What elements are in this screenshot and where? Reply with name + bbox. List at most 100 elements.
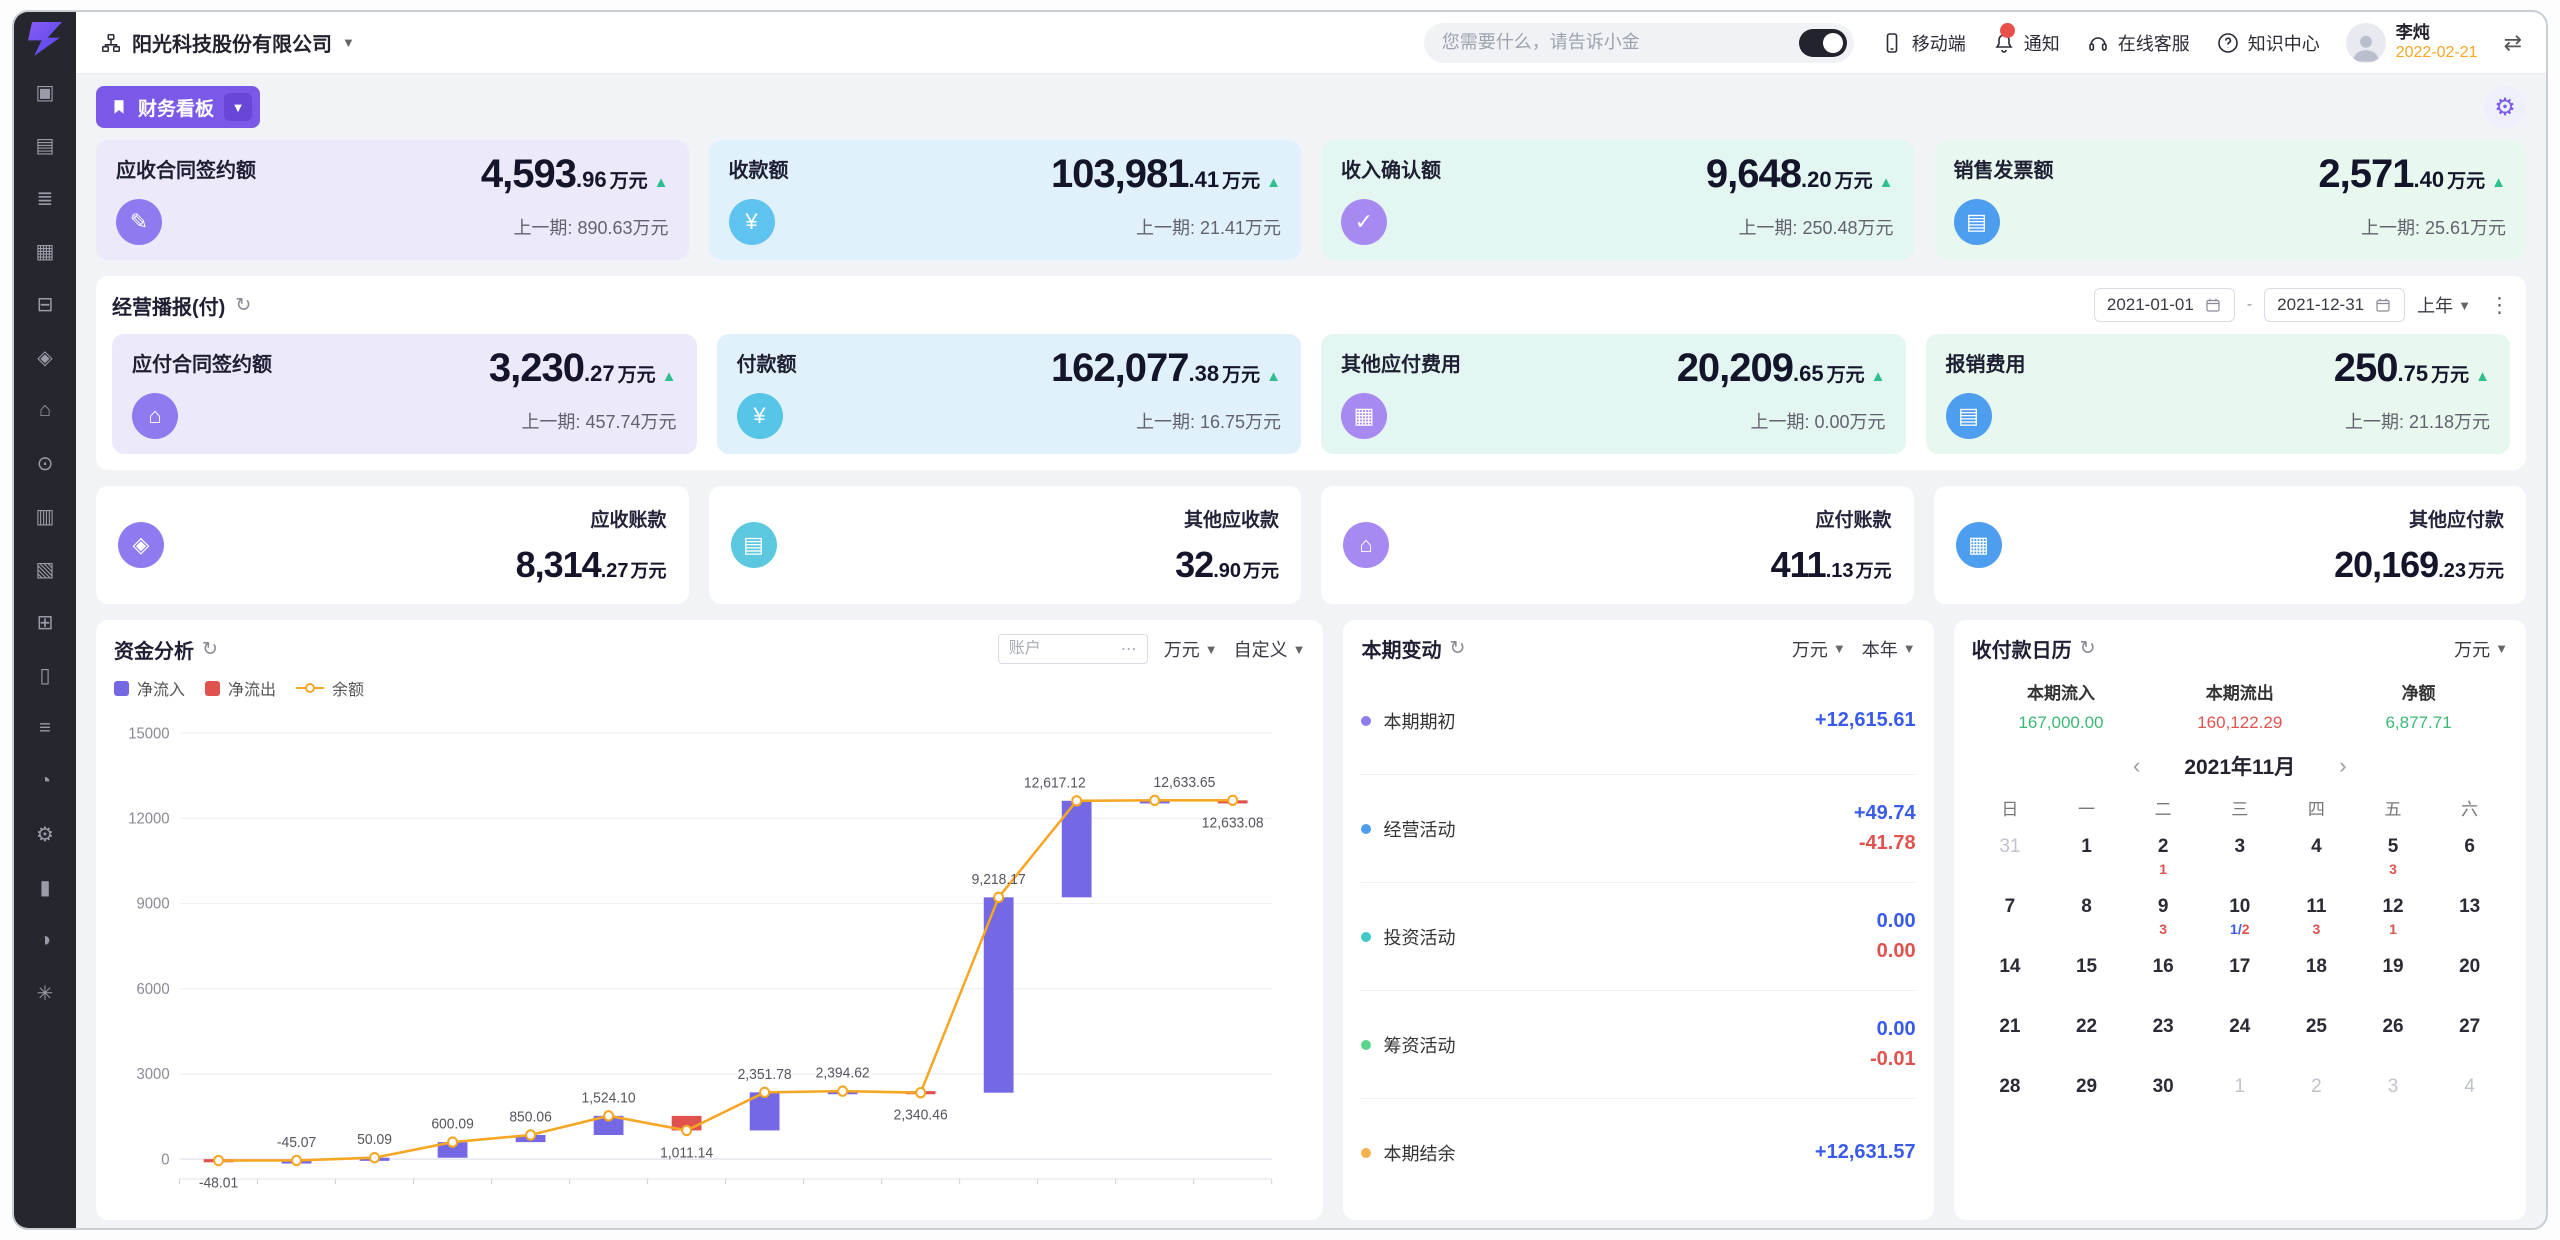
unit-select[interactable]: 万元▼	[1792, 636, 1846, 662]
calendar-day[interactable]: 19	[2355, 946, 2432, 1006]
search-input[interactable]	[1442, 32, 1799, 53]
refresh-icon[interactable]: ↻	[2080, 637, 2096, 660]
switch-layout-icon[interactable]: ⇄	[2504, 30, 2522, 56]
sidebar-settings-icon[interactable]: ⚙	[14, 808, 76, 861]
calendar-day[interactable]: 16	[2125, 946, 2202, 1006]
calendar-day[interactable]: 12 1	[2355, 886, 2432, 946]
calendar-day[interactable]: 17	[2201, 946, 2278, 1006]
next-month-icon[interactable]: ›	[2339, 753, 2346, 779]
period-select[interactable]: 上年▼	[2417, 292, 2471, 318]
company-switcher[interactable]: 阳光科技股份有限公司 ▼	[100, 28, 355, 57]
sidebar-shield-icon[interactable]: ◈	[14, 331, 76, 384]
kpi-card[interactable]: 其他应付费用 ▦ 20,209.65万元▲ 上一期: 0.00万元	[1321, 334, 1906, 454]
date-from-picker[interactable]: 2021-01-01	[2094, 288, 2235, 322]
calendar-day[interactable]: 5 3	[2355, 826, 2432, 886]
kpi-card[interactable]: 应收合同签约额 ✎ 4,593.96万元▲ 上一期: 890.63万元	[96, 140, 689, 260]
calendar-day[interactable]: 3	[2355, 1066, 2432, 1126]
stat-card[interactable]: ▤ 其他应收款 32.90万元	[709, 486, 1302, 604]
sidebar-pie-chart-icon[interactable]: ◔	[14, 755, 76, 808]
legend-balance[interactable]: 余额	[296, 676, 364, 700]
tab-finance-board[interactable]: 财务看板 ▼	[96, 86, 260, 128]
calendar-day[interactable]: 6	[2431, 826, 2508, 886]
nav-service[interactable]: 在线客服	[2086, 30, 2190, 56]
sidebar-home-icon[interactable]: ⌂	[14, 384, 76, 437]
assistant-toggle[interactable]	[1799, 29, 1847, 57]
calendar-day[interactable]: 15	[2048, 946, 2125, 1006]
more-options-icon[interactable]: ⋮	[2489, 293, 2510, 318]
unit-select[interactable]: 万元▼	[2454, 636, 2508, 662]
calendar-day[interactable]: 4	[2278, 826, 2355, 886]
calendar-day[interactable]: 1	[2201, 1066, 2278, 1126]
calendar-day[interactable]: 2	[2278, 1066, 2355, 1126]
nav-mobile[interactable]: 移动端	[1880, 30, 1966, 56]
sidebar-modules-icon[interactable]: ▦	[14, 225, 76, 278]
calendar-day[interactable]: 3	[2201, 826, 2278, 886]
calendar-day[interactable]: 10 1/2	[2201, 886, 2278, 946]
calendar-day[interactable]: 8	[2048, 886, 2125, 946]
legend-net-outflow[interactable]: 净流出	[205, 676, 276, 700]
calendar-day[interactable]: 13	[2431, 886, 2508, 946]
assistant-search[interactable]	[1424, 23, 1854, 63]
calendar-day[interactable]: 21	[1972, 1006, 2049, 1066]
chevron-down-icon[interactable]: ▼	[224, 93, 252, 121]
kpi-card[interactable]: 应付合同签约额 ⌂ 3,230.27万元▲ 上一期: 457.74万元	[112, 334, 697, 454]
refresh-icon[interactable]: ↻	[1449, 637, 1465, 660]
app-logo-icon[interactable]	[28, 22, 62, 56]
sidebar-history-icon[interactable]: ◑	[14, 914, 76, 967]
user-menu[interactable]: 李炖 2022-02-21	[2346, 22, 2478, 63]
refresh-icon[interactable]: ↻	[235, 294, 251, 317]
calendar-day[interactable]: 24	[2201, 1006, 2278, 1066]
kpi-card[interactable]: 销售发票额 ▤ 2,571.40万元▲ 上一期: 25.61万元	[1934, 140, 2527, 260]
refresh-icon[interactable]: ↻	[202, 638, 218, 661]
nav-notifications[interactable]: 通知	[1992, 30, 2060, 56]
calendar-day[interactable]: 14	[1972, 946, 2049, 1006]
sidebar-briefcase-icon[interactable]: ▥	[14, 490, 76, 543]
sidebar-misc-icon[interactable]: ✳	[14, 967, 76, 1020]
unit-select[interactable]: 万元▼	[1164, 636, 1218, 662]
sidebar-workflow-icon[interactable]: ⊟	[14, 278, 76, 331]
funds-chart[interactable]: 03000600090001200015000-48.01-45.0750.09…	[114, 702, 1305, 1206]
calendar-day[interactable]: 18	[2278, 946, 2355, 1006]
calendar-day[interactable]: 20	[2431, 946, 2508, 1006]
calendar-day[interactable]: 4	[2431, 1066, 2508, 1126]
nav-knowledge[interactable]: 知识中心	[2216, 30, 2320, 56]
calendar-day[interactable]: 2 1	[2125, 826, 2202, 886]
calendar-day[interactable]: 22	[2048, 1006, 2125, 1066]
sidebar-table-icon[interactable]: ⊞	[14, 596, 76, 649]
stat-card[interactable]: ⌂ 应付账款 411.13万元	[1321, 486, 1914, 604]
legend-net-inflow[interactable]: 净流入	[114, 676, 185, 700]
sidebar-target-icon[interactable]: ⊙	[14, 437, 76, 490]
calendar-day[interactable]: 27	[2431, 1006, 2508, 1066]
range-select[interactable]: 自定义▼	[1234, 636, 1306, 662]
calendar-day[interactable]: 7	[1972, 886, 2049, 946]
ellipsis-icon[interactable]: ⋯	[1121, 639, 1137, 659]
dashboard-settings-button[interactable]: ⚙	[2484, 86, 2526, 128]
calendar-day[interactable]: 23	[2125, 1006, 2202, 1066]
sidebar-news-icon[interactable]: ≡	[14, 702, 76, 755]
kpi-card[interactable]: 付款额 ¥ 162,077.38万元▲ 上一期: 16.75万元	[717, 334, 1302, 454]
calendar-day[interactable]: 25	[2278, 1006, 2355, 1066]
sidebar-monitor-icon[interactable]: ▣	[14, 66, 76, 119]
calendar-day[interactable]: 30	[2125, 1066, 2202, 1126]
account-input[interactable]	[1009, 640, 1109, 658]
stat-card[interactable]: ◈ 应收账款 8,314.27万元	[96, 486, 689, 604]
account-filter[interactable]: ⋯	[998, 634, 1148, 664]
year-select[interactable]: 本年▼	[1862, 636, 1916, 662]
calendar-day[interactable]: 26	[2355, 1006, 2432, 1066]
kpi-card[interactable]: 收款额 ¥ 103,981.41万元▲ 上一期: 21.41万元	[709, 140, 1302, 260]
calendar-day[interactable]: 31	[1972, 826, 2049, 886]
sidebar-finance-icon[interactable]: ▧	[14, 543, 76, 596]
date-to-picker[interactable]: 2021-12-31	[2264, 288, 2405, 322]
stat-card[interactable]: ▦ 其他应付款 20,169.23万元	[1934, 486, 2527, 604]
prev-month-icon[interactable]: ‹	[2133, 753, 2140, 779]
kpi-card[interactable]: 报销费用 ▤ 250.75万元▲ 上一期: 21.18万元	[1926, 334, 2511, 454]
calendar-day[interactable]: 1	[2048, 826, 2125, 886]
calendar-day[interactable]: 11 3	[2278, 886, 2355, 946]
sidebar-document-icon[interactable]: ▯	[14, 649, 76, 702]
sidebar-report-icon[interactable]: ▤	[14, 119, 76, 172]
calendar-day[interactable]: 9 3	[2125, 886, 2202, 946]
sidebar-bar-chart-icon[interactable]: ▮	[14, 861, 76, 914]
calendar-day[interactable]: 28	[1972, 1066, 2049, 1126]
kpi-card[interactable]: 收入确认额 ✓ 9,648.20万元▲ 上一期: 250.48万元	[1321, 140, 1914, 260]
calendar-day[interactable]: 29	[2048, 1066, 2125, 1126]
